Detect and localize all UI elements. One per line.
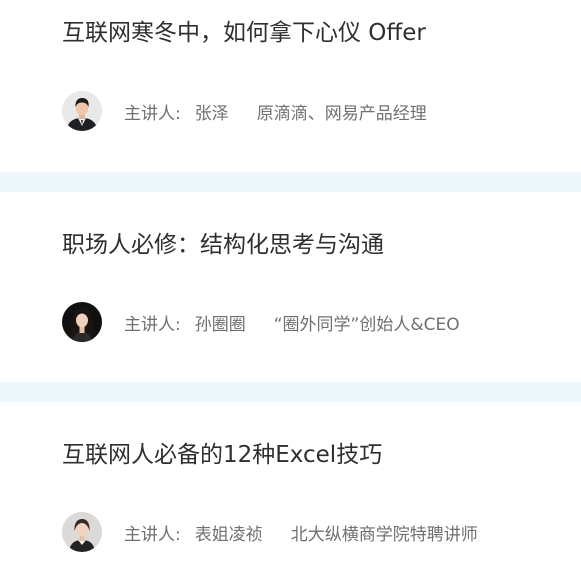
speaker-label: 主讲人: (124, 103, 181, 124)
speaker-info: 主讲人: 表姐凌祯 北大纵横商学院特聘讲师 (62, 512, 478, 552)
speaker-label: 主讲人: (124, 314, 181, 335)
speaker-label: 主讲人: (124, 524, 181, 545)
lecture-title[interactable]: 互联网人必备的12种Excel技巧 (62, 440, 382, 470)
speaker-avatar (62, 91, 102, 131)
speaker-info: 主讲人: 张泽 原滴滴、网易产品经理 (62, 91, 427, 131)
speaker-avatar (62, 512, 102, 552)
lecture-title[interactable]: 职场人必修：结构化思考与沟通 (62, 230, 384, 260)
lecture-card[interactable]: 互联网人必备的12种Excel技巧 主讲人: 表姐凌祯 北大纵横商学院特聘讲师 (0, 402, 581, 572)
lecture-title[interactable]: 互联网寒冬中，如何拿下心仪 Offer (62, 18, 426, 48)
speaker-avatar (62, 302, 102, 342)
speaker-title: 北大纵横商学院特聘讲师 (290, 524, 478, 545)
speaker-title: 原滴滴、网易产品经理 (256, 103, 427, 124)
lecture-card[interactable]: 互联网寒冬中，如何拿下心仪 Offer 主讲人: 张泽 原滴滴、网易产品经理 (0, 0, 581, 172)
speaker-name: 张泽 (194, 103, 229, 124)
lecture-list: 互联网寒冬中，如何拿下心仪 Offer 主讲人: 张泽 原滴滴、网易产品经理 职… (0, 0, 581, 572)
speaker-title: “圈外同学”创始人&CEO (273, 314, 460, 335)
speaker-info: 主讲人: 孙圈圈 “圈外同学”创始人&CEO (62, 302, 460, 342)
card-divider (0, 172, 581, 192)
speaker-name: 表姐凌祯 (194, 524, 263, 545)
lecture-card[interactable]: 职场人必修：结构化思考与沟通 主讲人: 孙圈圈 “圈外同学”创始人&CEO (0, 192, 581, 382)
card-divider (0, 382, 581, 402)
speaker-name: 孙圈圈 (194, 314, 246, 335)
